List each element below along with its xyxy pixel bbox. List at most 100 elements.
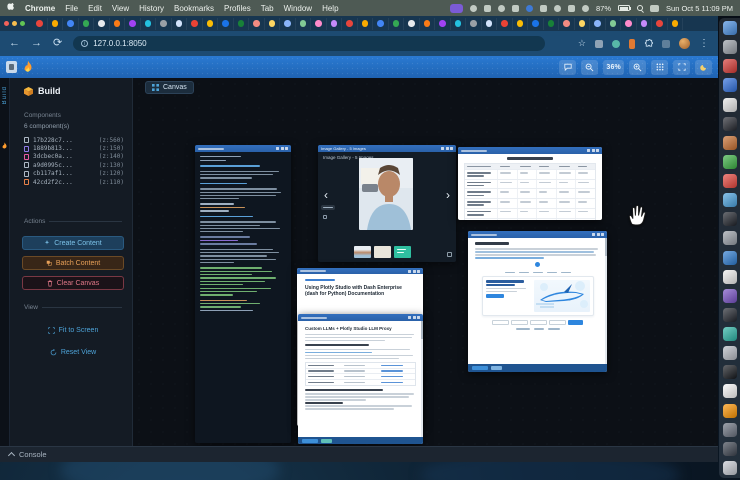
batch-content-button[interactable]: Batch Content: [22, 256, 124, 270]
canvas-tab[interactable]: Canvas: [145, 81, 194, 94]
dock-app-icon[interactable]: [722, 21, 737, 35]
llm-proxy-doc-window[interactable]: Custom LLMs + Plotly Studio LLM Proxy: [298, 314, 423, 444]
browser-tab[interactable]: [249, 17, 265, 30]
extensions-puzzle-icon[interactable]: [644, 39, 653, 48]
dock-app-icon[interactable]: [722, 403, 737, 418]
component-item[interactable]: 3dcbec0a... (z:140): [24, 153, 124, 161]
window-titlebar[interactable]: [195, 145, 291, 152]
browser-tab[interactable]: [311, 17, 327, 30]
browser-tab[interactable]: [234, 17, 249, 30]
back-button[interactable]: ←: [9, 38, 20, 49]
browser-tab[interactable]: [156, 17, 172, 30]
chrome-menu-icon[interactable]: ⋮: [699, 38, 709, 49]
component-item[interactable]: a9d0995c... (z:130): [24, 161, 124, 169]
scrollbar[interactable]: [605, 238, 607, 364]
scrollbar[interactable]: [421, 321, 423, 437]
browser-tab[interactable]: [79, 17, 94, 30]
site-info-icon[interactable]: i: [81, 40, 89, 47]
previous-button[interactable]: [302, 438, 318, 443]
window-controls[interactable]: [276, 147, 288, 150]
browser-tab[interactable]: [141, 17, 156, 30]
previous-button[interactable]: [472, 366, 488, 370]
zoom-level-badge[interactable]: 36%: [603, 59, 624, 75]
browser-tab[interactable]: [296, 17, 311, 30]
gallery-main-photo[interactable]: [359, 158, 413, 230]
browser-tab[interactable]: [265, 17, 280, 30]
canvas-area[interactable]: Canvas Image Gallery - 5 Images Image Ga…: [133, 78, 718, 446]
browser-tab[interactable]: [94, 17, 110, 30]
dock-app-icon[interactable]: [722, 422, 737, 437]
browser-tab[interactable]: [544, 17, 559, 30]
browser-tab[interactable]: [342, 17, 358, 30]
browser-tab[interactable]: [590, 17, 606, 30]
window-titlebar[interactable]: Image Gallery - 5 Images: [318, 145, 456, 152]
dock-app-icon[interactable]: [722, 212, 737, 227]
code-document-window[interactable]: [195, 145, 291, 443]
form-field[interactable]: [511, 320, 528, 326]
browser-tab[interactable]: [358, 17, 373, 30]
grid-view-button[interactable]: [651, 59, 668, 75]
dock-app-icon[interactable]: [722, 97, 737, 112]
dock-app-icon[interactable]: [722, 154, 737, 169]
window-titlebar[interactable]: [458, 147, 602, 154]
menubar-menu-history[interactable]: History: [139, 4, 164, 13]
profile-avatar[interactable]: [679, 38, 690, 49]
app-shield-icon[interactable]: [6, 61, 17, 73]
dock-app-icon[interactable]: [722, 441, 737, 456]
dock-app-icon[interactable]: [722, 269, 737, 284]
clear-canvas-button[interactable]: Clear Canvas: [22, 276, 124, 290]
dock-app-icon[interactable]: [722, 78, 737, 93]
browser-tab[interactable]: [652, 17, 668, 30]
gallery-prev-arrow[interactable]: ‹: [324, 189, 328, 201]
fullscreen-button[interactable]: [673, 59, 690, 75]
keyboard-icon[interactable]: [484, 4, 491, 12]
reload-button[interactable]: ⟳: [53, 38, 62, 49]
window-titlebar[interactable]: [468, 231, 607, 238]
window-controls[interactable]: [408, 269, 420, 273]
browser-tab[interactable]: [451, 17, 466, 30]
browser-tab[interactable]: [420, 17, 435, 30]
apple-icon[interactable]: [7, 3, 15, 13]
component-item[interactable]: cb117af1... (z:120): [24, 170, 124, 178]
menubar-menu-view[interactable]: View: [112, 4, 129, 13]
menubar-menu-bookmarks[interactable]: Bookmarks: [174, 4, 214, 13]
browser-tab[interactable]: [435, 17, 451, 30]
browser-tab[interactable]: [172, 17, 187, 30]
create-content-button[interactable]: Create Content: [22, 236, 124, 250]
search-button[interactable]: [568, 320, 583, 326]
component-item[interactable]: 42cd2f2c... (z:110): [24, 178, 124, 186]
browser-tab[interactable]: [187, 17, 203, 30]
chat-icon[interactable]: [498, 4, 505, 12]
dock-app-icon[interactable]: [722, 346, 737, 361]
battery-icon[interactable]: [618, 5, 632, 11]
browser-tab[interactable]: [125, 17, 141, 30]
browser-tab[interactable]: [482, 17, 497, 30]
screen-record-icon[interactable]: [450, 3, 463, 13]
dock-app-icon[interactable]: [722, 307, 737, 322]
dock-app-icon[interactable]: [722, 327, 737, 341]
console-bar[interactable]: Console: [0, 446, 718, 462]
window-controls[interactable]: [587, 149, 599, 152]
gallery-expand-icon[interactable]: [447, 252, 452, 257]
rail-build-tab[interactable]: Build: [2, 86, 8, 104]
window-controls[interactable]: [592, 233, 604, 236]
target-icon[interactable]: [582, 4, 589, 12]
fit-to-screen-button[interactable]: Fit to Screen: [22, 324, 124, 337]
breadcrumb-link-bar[interactable]: [305, 279, 335, 281]
browser-tab[interactable]: [63, 17, 79, 30]
extension-icon[interactable]: [595, 39, 603, 48]
browser-tab[interactable]: [32, 17, 48, 30]
next-button[interactable]: [321, 438, 332, 443]
bookmark-star-icon[interactable]: ☆: [578, 38, 586, 49]
spotlight-search-icon[interactable]: [637, 5, 644, 11]
control-center-icon[interactable]: [650, 4, 660, 12]
id-icon[interactable]: [554, 4, 561, 12]
form-field[interactable]: [549, 320, 566, 326]
side-panel-icon[interactable]: [662, 39, 670, 48]
dark-mode-moon-icon[interactable]: [695, 59, 712, 75]
dock-app-icon[interactable]: [722, 365, 737, 380]
window-controls[interactable]: [441, 147, 453, 150]
menubar-menu-chrome[interactable]: Chrome: [25, 4, 55, 13]
browser-tab[interactable]: [203, 17, 218, 30]
form-field[interactable]: [492, 320, 509, 326]
